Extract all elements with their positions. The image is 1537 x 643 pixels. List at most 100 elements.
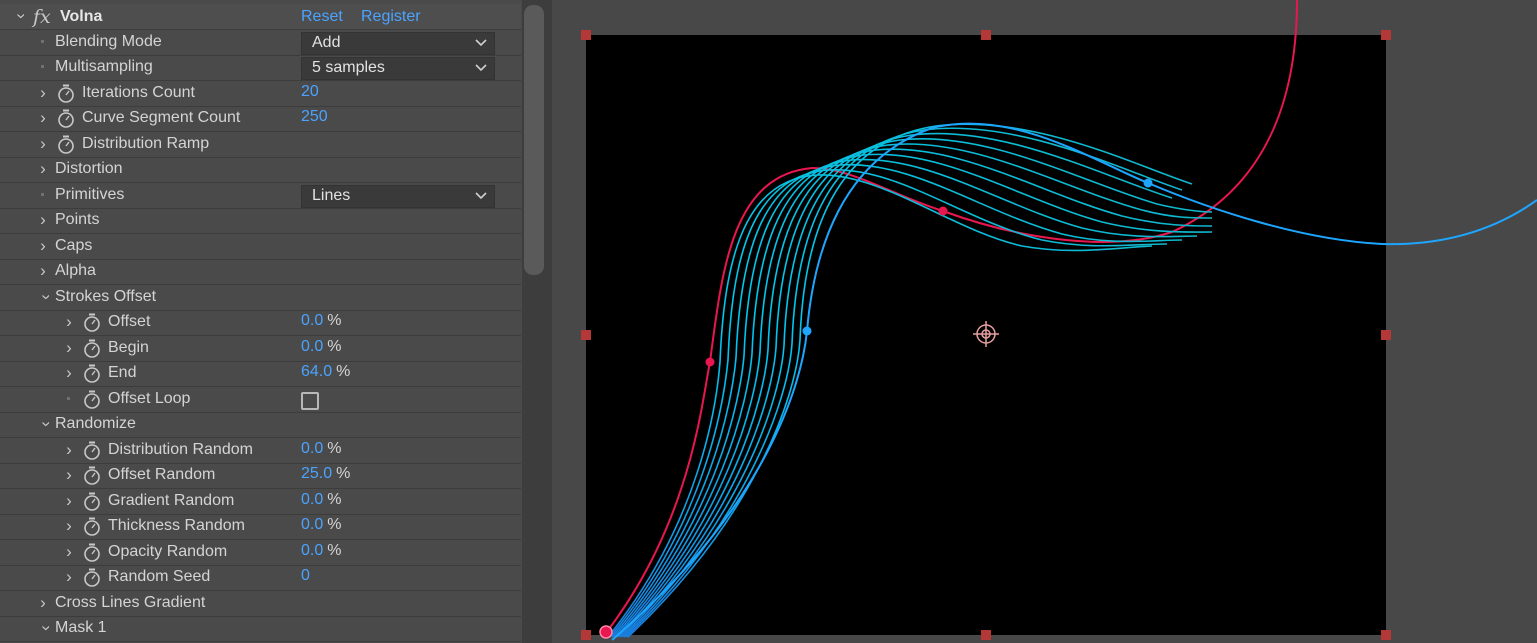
random-seed-value[interactable]: 0 [301,567,310,585]
stopwatch-icon[interactable] [83,339,101,358]
offset-random-number[interactable]: 25.0 [301,465,332,482]
group-label: Strokes Offset [55,288,157,305]
mask-vertex-blue[interactable] [1143,178,1153,188]
offset-loop-checkbox[interactable] [301,392,319,410]
chevron-right-icon[interactable] [37,213,49,227]
group-cross-lines-gradient[interactable]: Cross Lines Gradient [0,591,521,617]
opacity-random-number[interactable]: 0.0 [301,542,323,559]
begin-value[interactable]: 0.0% [301,338,341,356]
chevron-right-icon[interactable] [37,596,49,610]
percent-unit: % [327,440,342,457]
chevron-right-icon[interactable] [37,239,49,253]
chevron-down-icon[interactable] [39,621,51,635]
wave-stroke[interactable] [625,127,1183,638]
chevron-right-icon[interactable] [37,162,49,176]
chevron-right-icon[interactable] [63,315,75,329]
offset-value[interactable]: 0.0% [301,312,341,330]
mask-vertex-blue[interactable] [802,326,812,336]
stopwatch-icon[interactable] [57,84,75,103]
group-mask-1[interactable]: Mask 1 [0,616,521,642]
stopwatch-icon[interactable] [57,135,75,154]
thickness-random-number[interactable]: 0.0 [301,516,323,533]
panel-scrollbar-thumb[interactable] [524,5,544,275]
handle-middle-left[interactable] [581,330,591,340]
mask-vertex-red[interactable] [705,357,715,367]
primitives-dropdown[interactable]: Lines [301,185,495,208]
effect-header-volna[interactable]: fx Volna Reset Register [0,4,521,30]
chevron-down-icon[interactable] [39,417,51,431]
wave-stroke[interactable] [611,163,1183,638]
multisampling-dropdown[interactable]: 5 samples [301,57,495,80]
chevron-right-icon[interactable] [37,86,49,100]
handle-bottom-right[interactable] [1381,630,1391,640]
handle-bottom-left[interactable] [581,630,591,640]
handle-top-left[interactable] [581,30,591,40]
end-value[interactable]: 64.0% [301,363,350,381]
wave-stroke[interactable] [621,138,1213,638]
chevron-right-icon[interactable] [63,341,75,355]
stopwatch-icon[interactable] [83,517,101,536]
iterations-count-value[interactable]: 20 [301,83,319,101]
group-alpha[interactable]: Alpha [0,259,521,285]
end-number[interactable]: 64.0 [301,363,332,380]
group-points[interactable]: Points [0,208,521,234]
chevron-right-icon[interactable] [63,570,75,584]
group-randomize[interactable]: Randomize [0,412,521,438]
wave-stroke[interactable] [615,153,1213,638]
begin-number[interactable]: 0.0 [301,338,323,355]
stopwatch-icon[interactable] [83,543,101,562]
group-strokes-offset[interactable]: Strokes Offset [0,285,521,311]
gradient-random-value[interactable]: 0.0% [301,491,341,509]
distribution-random-value[interactable]: 0.0% [301,440,341,458]
chevron-right-icon[interactable] [37,264,49,278]
mask-path-red[interactable] [605,0,1298,634]
chevron-right-icon[interactable] [63,519,75,533]
chevron-right-icon[interactable] [63,494,75,508]
stopwatch-icon[interactable] [83,492,101,511]
gradient-random-number[interactable]: 0.0 [301,491,323,508]
thickness-random-value[interactable]: 0.0% [301,516,341,534]
wave-stroke[interactable] [613,158,1198,638]
handle-bottom-center[interactable] [981,630,991,640]
stopwatch-icon[interactable] [83,390,101,409]
chevron-right-icon[interactable] [63,443,75,457]
register-button[interactable]: Register [361,8,421,26]
stopwatch-icon[interactable] [83,313,101,332]
handle-middle-right[interactable] [1381,330,1391,340]
reset-button[interactable]: Reset [301,8,343,26]
chevron-right-icon[interactable] [63,366,75,380]
property-offset-random: Offset Random 25.0% [0,463,521,489]
property-label: Offset Loop [108,390,191,407]
distribution-random-number[interactable]: 0.0 [301,440,323,457]
composition-viewer[interactable] [552,0,1537,643]
stopwatch-icon[interactable] [83,364,101,383]
chevron-right-icon[interactable] [37,137,49,151]
stopwatch-icon[interactable] [83,441,101,460]
viewer-overlay [581,0,1537,641]
chevron-right-icon[interactable] [63,468,75,482]
offset-number[interactable]: 0.0 [301,312,323,329]
chevron-right-icon[interactable] [63,545,75,559]
group-distortion[interactable]: Distortion [0,157,521,183]
curve-segment-count-value[interactable]: 250 [301,108,328,126]
mask-vertex-red[interactable] [938,206,948,216]
property-gradient-random: Gradient Random 0.0% [0,489,521,515]
anchor-point-icon[interactable] [973,321,999,347]
chevron-down-icon[interactable] [14,9,26,23]
stopwatch-icon[interactable] [83,466,101,485]
percent-unit: % [327,542,342,559]
offset-random-value[interactable]: 25.0% [301,465,350,483]
group-caps[interactable]: Caps [0,234,521,260]
chevron-right-icon[interactable] [37,111,49,125]
handle-top-right[interactable] [1381,30,1391,40]
wave-stroke[interactable] [617,148,1213,638]
handle-top-center[interactable] [981,30,991,40]
fx-icon[interactable]: fx [33,6,51,28]
blending-mode-dropdown[interactable]: Add [301,32,495,55]
opacity-random-value[interactable]: 0.0% [301,542,341,560]
stopwatch-icon[interactable] [83,568,101,587]
mask-vertex-red-start[interactable] [599,625,613,639]
chevron-down-icon[interactable] [39,290,51,304]
stopwatch-icon[interactable] [57,109,75,128]
wave-stroke[interactable] [619,143,1213,638]
